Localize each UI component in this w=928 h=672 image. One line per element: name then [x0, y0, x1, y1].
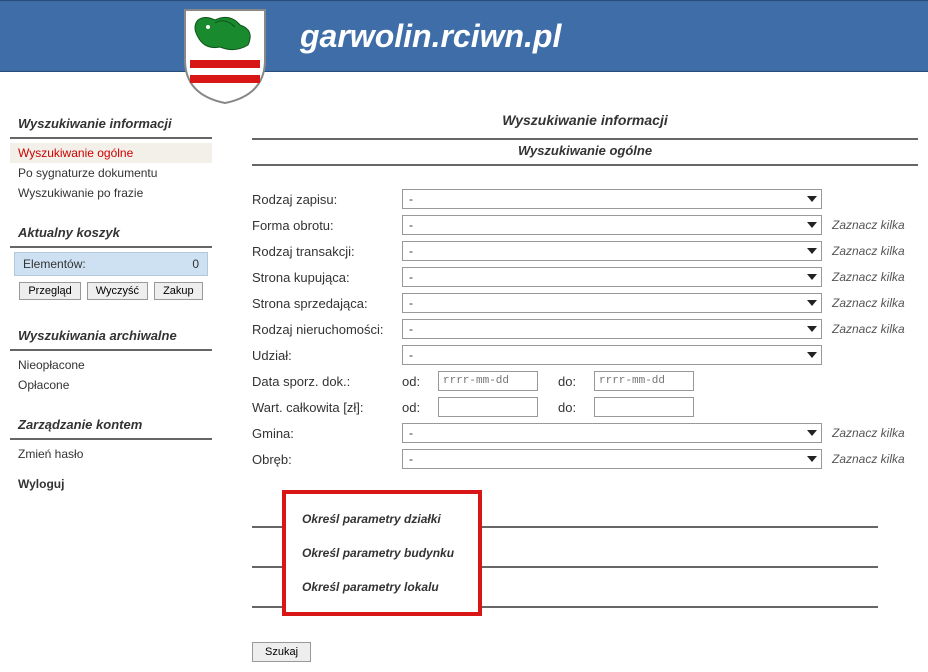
label-rodzaj-nieruchomosci: Rodzaj nieruchomości: [252, 322, 402, 337]
sidebar-item-by-phrase[interactable]: Wyszukiwanie po frazie [10, 183, 212, 203]
main-subtitle: Wyszukiwanie ogólne [252, 138, 918, 166]
multi-select-link[interactable]: Zaznacz kilka [822, 322, 905, 336]
chevron-down-icon [807, 248, 817, 254]
label-data-sporz: Data sporz. dok.: [252, 374, 402, 389]
basket-count-value: 0 [192, 257, 199, 271]
chevron-down-icon [807, 300, 817, 306]
select-rodzaj-nieruchomosci[interactable]: - [402, 319, 822, 339]
sidebar-item-general-search[interactable]: Wyszukiwanie ogólne [10, 143, 212, 163]
basket-count-label: Elementów: [23, 257, 86, 271]
main-title: Wyszukiwanie informacji [252, 112, 918, 138]
label-forma-obrotu: Forma obrotu: [252, 218, 402, 233]
label-gmina: Gmina: [252, 426, 402, 441]
select-udzial[interactable]: - [402, 345, 822, 365]
param-lokalu[interactable]: Określ parametry lokalu [286, 570, 478, 604]
select-gmina[interactable]: - [402, 423, 822, 443]
input-value-from[interactable] [438, 397, 538, 417]
chevron-down-icon [807, 352, 817, 358]
label-rodzaj-zapisu: Rodzaj zapisu: [252, 192, 402, 207]
label-od: od: [402, 400, 438, 415]
label-obreb: Obręb: [252, 452, 402, 467]
chevron-down-icon [807, 222, 817, 228]
sidebar-item-paid[interactable]: Opłacone [10, 375, 212, 395]
label-rodzaj-transakcji: Rodzaj transakcji: [252, 244, 402, 259]
main-content: Wyszukiwanie informacji Wyszukiwanie ogó… [222, 112, 918, 662]
clear-button[interactable]: Wyczyść [87, 282, 148, 300]
sidebar-item-logout[interactable]: Wyloguj [10, 474, 212, 494]
select-strona-sprzedajaca[interactable]: - [402, 293, 822, 313]
input-date-to[interactable] [594, 371, 694, 391]
select-obreb[interactable]: - [402, 449, 822, 469]
sidebar-heading-search: Wyszukiwanie informacji [10, 112, 212, 139]
multi-select-link[interactable]: Zaznacz kilka [822, 218, 905, 232]
multi-select-link[interactable]: Zaznacz kilka [822, 270, 905, 284]
param-highlight-box: Określ parametry działki Określ parametr… [282, 490, 482, 616]
param-dzialki[interactable]: Określ parametry działki [286, 502, 478, 536]
label-strona-sprzedajaca: Strona sprzedająca: [252, 296, 402, 311]
input-value-to[interactable] [594, 397, 694, 417]
label-do: do: [558, 400, 594, 415]
sidebar-heading-archive: Wyszukiwania archiwalne [10, 324, 212, 351]
label-udzial: Udział: [252, 348, 402, 363]
label-wart-calkowita: Wart. całkowita [zł]: [252, 400, 402, 415]
sidebar-item-change-password[interactable]: Zmień hasło [10, 444, 212, 464]
coat-of-arms-logo [180, 5, 270, 105]
multi-select-link[interactable]: Zaznacz kilka [822, 452, 905, 466]
multi-select-link[interactable]: Zaznacz kilka [822, 426, 905, 440]
input-date-from[interactable] [438, 371, 538, 391]
sidebar: Wyszukiwanie informacji Wyszukiwanie ogó… [10, 112, 222, 662]
select-rodzaj-zapisu[interactable]: - [402, 189, 822, 209]
site-title: garwolin.rciwn.pl [300, 18, 561, 55]
search-button[interactable]: Szukaj [252, 642, 311, 662]
param-budynku[interactable]: Określ parametry budynku [286, 536, 478, 570]
chevron-down-icon [807, 196, 817, 202]
header-bar: garwolin.rciwn.pl [0, 0, 928, 72]
multi-select-link[interactable]: Zaznacz kilka [822, 296, 905, 310]
sidebar-item-unpaid[interactable]: Nieopłacone [10, 355, 212, 375]
chevron-down-icon [807, 430, 817, 436]
chevron-down-icon [807, 274, 817, 280]
preview-button[interactable]: Przegląd [19, 282, 80, 300]
label-do: do: [558, 374, 594, 389]
select-rodzaj-transakcji[interactable]: - [402, 241, 822, 261]
label-strona-kupujaca: Strona kupująca: [252, 270, 402, 285]
select-strona-kupujaca[interactable]: - [402, 267, 822, 287]
chevron-down-icon [807, 456, 817, 462]
buy-button[interactable]: Zakup [154, 282, 203, 300]
basket-count-row: Elementów: 0 [14, 252, 208, 276]
sidebar-item-by-signature[interactable]: Po sygnaturze dokumentu [10, 163, 212, 183]
chevron-down-icon [807, 326, 817, 332]
select-forma-obrotu[interactable]: - [402, 215, 822, 235]
sidebar-heading-basket: Aktualny koszyk [10, 221, 212, 248]
label-od: od: [402, 374, 438, 389]
sidebar-heading-account: Zarządzanie kontem [10, 413, 212, 440]
multi-select-link[interactable]: Zaznacz kilka [822, 244, 905, 258]
